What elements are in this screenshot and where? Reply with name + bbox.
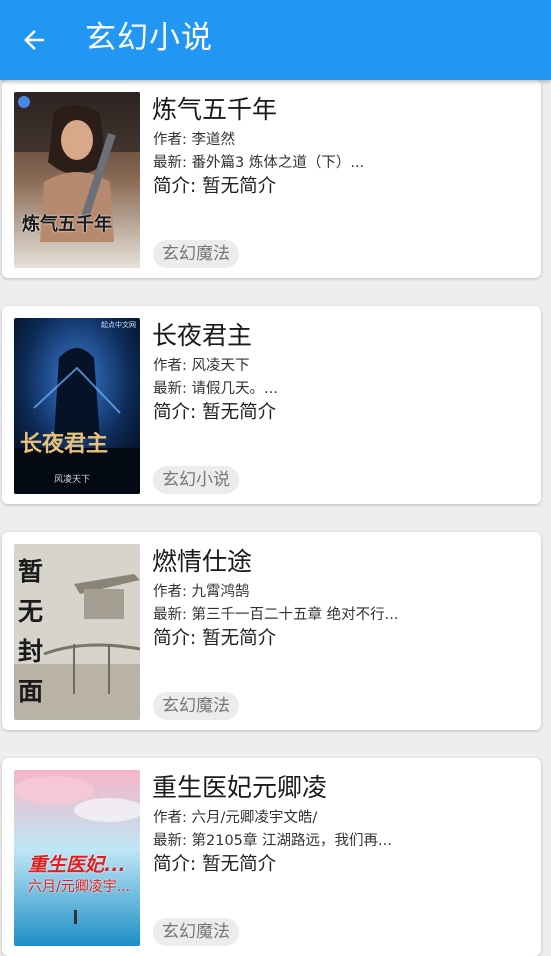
cover-author: 风凌天下: [54, 475, 91, 485]
book-card[interactable]: 炼气五千年 炼气五千年 作者: 李道然 最新: 番外篇3 炼体之道（下）... …: [2, 80, 541, 278]
book-author: 作者: 九霄鸿鹄: [153, 584, 250, 600]
book-card[interactable]: 起点中文网 长夜君主 风凌天下 长夜君主 作者: 风凌天下 最新: 请假几天。.…: [2, 306, 541, 504]
category-tag: 玄幻魔法: [153, 918, 239, 946]
book-latest-chapter: 最新: 番外篇3 炼体之道（下）...: [153, 155, 365, 171]
book-card[interactable]: 重生医妃... 六月/元卿凌宇... 重生医妃元卿凌 作者: 六月/元卿凌宇文皓…: [2, 758, 541, 956]
category-tag: 玄幻魔法: [153, 692, 239, 720]
book-author: 作者: 风凌天下: [153, 358, 250, 374]
arrow-left-icon: [24, 30, 44, 50]
category-tag: 玄幻魔法: [153, 240, 239, 268]
book-card[interactable]: 暂无封面 燃情仕途 作者: 九霄鸿鹄 最新: 第三千一百二十五章 绝对不行...…: [2, 532, 541, 730]
book-intro: 简介: 暂无简介: [153, 402, 277, 423]
cover-brand: 起点中文网: [101, 321, 136, 329]
app-bar: 玄幻小说: [0, 0, 551, 80]
back-button[interactable]: [12, 18, 56, 62]
book-intro: 简介: 暂无简介: [153, 854, 277, 875]
book-title: 燃情仕途: [152, 547, 253, 576]
page-title: 玄幻小说: [85, 20, 213, 56]
book-title: 重生医妃元卿凌: [152, 773, 328, 802]
cover-author: 六月/元卿凌宇...: [28, 879, 131, 895]
book-cover: 暂无封面: [14, 544, 140, 720]
book-latest-chapter: 最新: 第三千一百二十五章 绝对不行...: [153, 607, 399, 623]
book-author: 作者: 李道然: [153, 132, 235, 148]
book-latest-chapter: 最新: 请假几天。...: [153, 381, 278, 397]
book-latest-chapter: 最新: 第2105章 江湖路远，我们再...: [153, 833, 392, 849]
book-intro: 简介: 暂无简介: [153, 176, 277, 197]
book-cover: 起点中文网 长夜君主 风凌天下: [14, 318, 140, 494]
cover-title: 炼气五千年: [22, 214, 112, 235]
cover-title: 重生医妃...: [28, 854, 126, 876]
category-tag: 玄幻小说: [153, 466, 239, 494]
book-author: 作者: 六月/元卿凌宇文皓/: [153, 810, 318, 826]
cover-title: 暂无封面: [18, 557, 44, 706]
book-intro: 简介: 暂无简介: [153, 628, 277, 649]
book-title: 长夜君主: [152, 321, 253, 350]
book-cover: 重生医妃... 六月/元卿凌宇...: [14, 770, 140, 946]
cover-title: 长夜君主: [20, 431, 109, 457]
book-cover: 炼气五千年: [14, 92, 140, 268]
book-title: 炼气五千年: [152, 95, 278, 124]
